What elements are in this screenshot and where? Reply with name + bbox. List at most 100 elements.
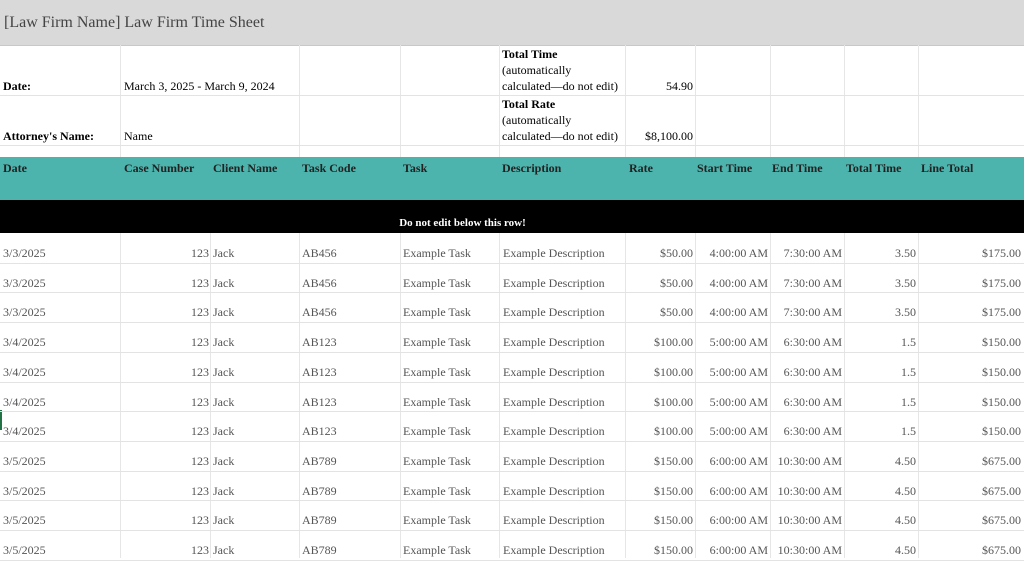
header-case-number[interactable]: Case Number — [124, 161, 194, 176]
cell-case-number[interactable]: 123 — [121, 513, 209, 528]
total-time-value[interactable]: 54.90 — [626, 79, 693, 94]
cell-start-time[interactable]: 5:00:00 AM — [696, 395, 768, 410]
cell-end-time[interactable]: 10:30:00 AM — [771, 484, 842, 499]
cell-description[interactable]: Example Description — [503, 454, 623, 469]
cell-date[interactable]: 3/4/2025 — [3, 395, 118, 410]
cell-end-time[interactable]: 6:30:00 AM — [771, 395, 842, 410]
cell-end-time[interactable]: 6:30:00 AM — [771, 424, 842, 439]
cell-case-number[interactable]: 123 — [121, 454, 209, 469]
cell-total-time[interactable]: 1.5 — [845, 335, 916, 350]
cell-date[interactable]: 3/5/2025 — [3, 513, 118, 528]
cell-task[interactable]: Example Task — [403, 454, 498, 469]
cell-date[interactable]: 3/3/2025 — [3, 246, 118, 261]
cell-case-number[interactable]: 123 — [121, 484, 209, 499]
cell-case-number[interactable]: 123 — [121, 365, 209, 380]
cell-rate[interactable]: $150.00 — [626, 454, 693, 469]
cell-rate[interactable]: $150.00 — [626, 484, 693, 499]
header-end-time[interactable]: End Time — [772, 161, 823, 176]
cell-total-time[interactable]: 4.50 — [845, 484, 916, 499]
cell-rate[interactable]: $50.00 — [626, 305, 693, 320]
cell-task[interactable]: Example Task — [403, 484, 498, 499]
cell-task[interactable]: Example Task — [403, 365, 498, 380]
date-range-value[interactable]: March 3, 2025 - March 9, 2024 — [124, 79, 275, 94]
cell-rate[interactable]: $50.00 — [626, 246, 693, 261]
cell-date[interactable]: 3/3/2025 — [3, 305, 118, 320]
cell-rate[interactable]: $100.00 — [626, 424, 693, 439]
cell-line-total[interactable]: $150.00 — [919, 424, 1021, 439]
cell-task-code[interactable]: AB789 — [302, 513, 398, 528]
cell-case-number[interactable]: 123 — [121, 543, 209, 558]
cell-client-name[interactable]: Jack — [213, 513, 298, 528]
header-total-time[interactable]: Total Time — [846, 161, 901, 176]
cell-task-code[interactable]: AB123 — [302, 335, 398, 350]
cell-task[interactable]: Example Task — [403, 335, 498, 350]
cell-task-code[interactable]: AB123 — [302, 395, 398, 410]
cell-task[interactable]: Example Task — [403, 276, 498, 291]
cell-rate[interactable]: $100.00 — [626, 335, 693, 350]
cell-description[interactable]: Example Description — [503, 395, 623, 410]
cell-description[interactable]: Example Description — [503, 543, 623, 558]
cell-description[interactable]: Example Description — [503, 513, 623, 528]
cell-start-time[interactable]: 4:00:00 AM — [696, 305, 768, 320]
cell-description[interactable]: Example Description — [503, 305, 623, 320]
cell-end-time[interactable]: 10:30:00 AM — [771, 513, 842, 528]
cell-rate[interactable]: $150.00 — [626, 513, 693, 528]
cell-total-time[interactable]: 3.50 — [845, 276, 916, 291]
cell-end-time[interactable]: 6:30:00 AM — [771, 335, 842, 350]
cell-start-time[interactable]: 5:00:00 AM — [696, 424, 768, 439]
header-date[interactable]: Date — [3, 161, 27, 176]
cell-task[interactable]: Example Task — [403, 513, 498, 528]
cell-line-total[interactable]: $150.00 — [919, 395, 1021, 410]
cell-task-code[interactable]: AB123 — [302, 365, 398, 380]
cell-description[interactable]: Example Description — [503, 365, 623, 380]
cell-task-code[interactable]: AB123 — [302, 424, 398, 439]
cell-total-time[interactable]: 3.50 — [845, 246, 916, 261]
cell-line-total[interactable]: $150.00 — [919, 335, 1021, 350]
cell-start-time[interactable]: 6:00:00 AM — [696, 484, 768, 499]
title-row[interactable]: [Law Firm Name] Law Firm Time Sheet — [0, 0, 1024, 46]
cell-total-time[interactable]: 1.5 — [845, 424, 916, 439]
cell-date[interactable]: 3/5/2025 — [3, 543, 118, 558]
cell-end-time[interactable]: 7:30:00 AM — [771, 276, 842, 291]
cell-line-total[interactable]: $175.00 — [919, 305, 1021, 320]
cell-end-time[interactable]: 7:30:00 AM — [771, 305, 842, 320]
total-rate-value[interactable]: $8,100.00 — [626, 129, 693, 144]
cell-client-name[interactable]: Jack — [213, 454, 298, 469]
cell-date[interactable]: 3/3/2025 — [3, 276, 118, 291]
header-rate[interactable]: Rate — [629, 161, 653, 176]
cell-client-name[interactable]: Jack — [213, 543, 298, 558]
cell-start-time[interactable]: 6:00:00 AM — [696, 454, 768, 469]
cell-case-number[interactable]: 123 — [121, 424, 209, 439]
cell-task-code[interactable]: AB456 — [302, 276, 398, 291]
cell-task-code[interactable]: AB456 — [302, 305, 398, 320]
cell-line-total[interactable]: $150.00 — [919, 365, 1021, 380]
cell-rate[interactable]: $100.00 — [626, 365, 693, 380]
header-description[interactable]: Description — [502, 161, 561, 176]
cell-line-total[interactable]: $675.00 — [919, 454, 1021, 469]
cell-line-total[interactable]: $175.00 — [919, 276, 1021, 291]
cell-case-number[interactable]: 123 — [121, 335, 209, 350]
attorney-name-value[interactable]: Name — [124, 129, 153, 144]
header-start-time[interactable]: Start Time — [697, 161, 752, 176]
cell-date[interactable]: 3/4/2025 — [3, 365, 118, 380]
cell-rate[interactable]: $100.00 — [626, 395, 693, 410]
cell-client-name[interactable]: Jack — [213, 276, 298, 291]
header-line-total[interactable]: Line Total — [921, 161, 973, 176]
cell-start-time[interactable]: 6:00:00 AM — [696, 543, 768, 558]
cell-start-time[interactable]: 4:00:00 AM — [696, 276, 768, 291]
cell-description[interactable]: Example Description — [503, 246, 623, 261]
cell-task-code[interactable]: AB789 — [302, 543, 398, 558]
cell-client-name[interactable]: Jack — [213, 246, 298, 261]
header-task[interactable]: Task — [403, 161, 427, 176]
cell-total-time[interactable]: 4.50 — [845, 543, 916, 558]
cell-client-name[interactable]: Jack — [213, 335, 298, 350]
cell-client-name[interactable]: Jack — [213, 484, 298, 499]
cell-total-time[interactable]: 4.50 — [845, 513, 916, 528]
cell-case-number[interactable]: 123 — [121, 305, 209, 320]
cell-line-total[interactable]: $675.00 — [919, 513, 1021, 528]
cell-task[interactable]: Example Task — [403, 543, 498, 558]
cell-task[interactable]: Example Task — [403, 305, 498, 320]
cell-date[interactable]: 3/4/2025 — [3, 424, 118, 439]
cell-end-time[interactable]: 10:30:00 AM — [771, 454, 842, 469]
cell-end-time[interactable]: 7:30:00 AM — [771, 246, 842, 261]
